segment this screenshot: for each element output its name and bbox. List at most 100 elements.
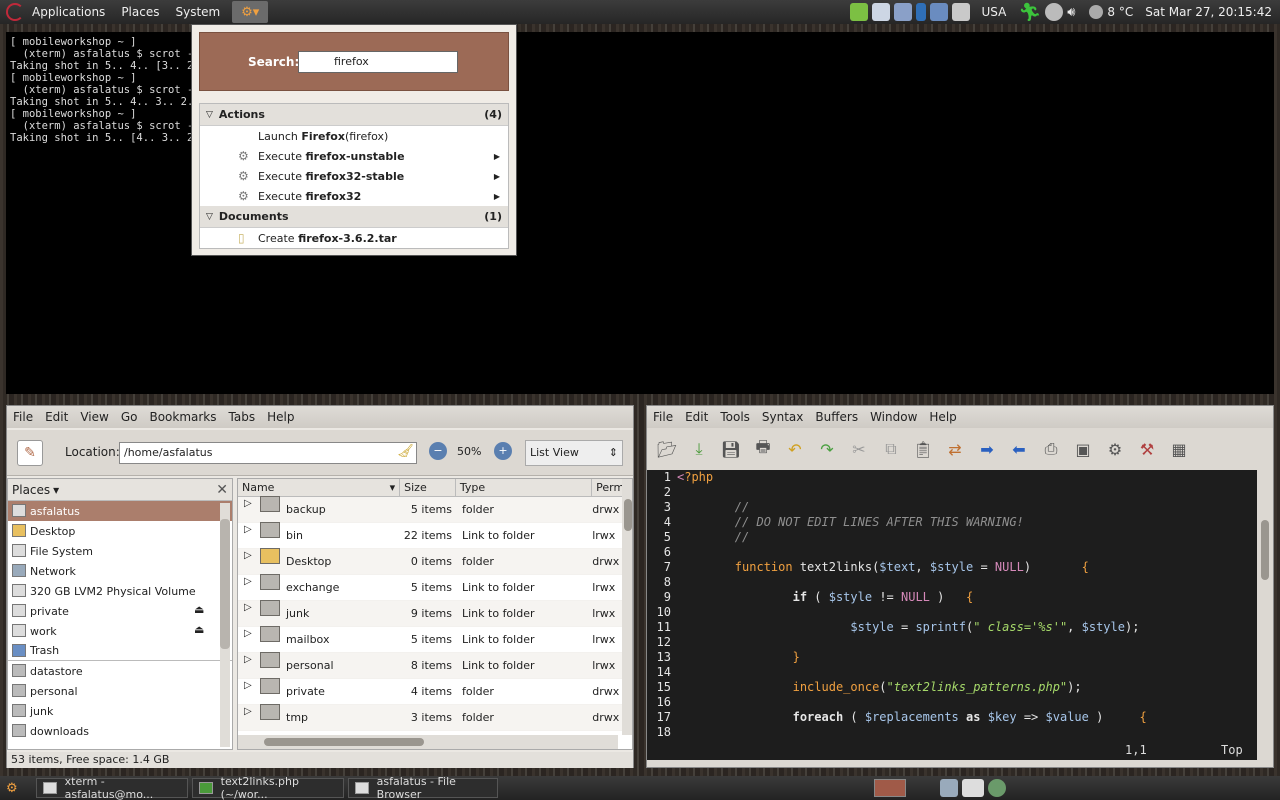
table-row[interactable]: ▷ bin 22 items Link to folder lrwx — [238, 522, 632, 549]
place-item[interactable]: work ⏏ — [8, 621, 232, 641]
open-icon[interactable]: 📂︎ — [655, 438, 679, 460]
find-replace-icon[interactable]: ⇄ — [943, 438, 967, 460]
expand-triangle-icon[interactable]: ▷ — [244, 550, 252, 561]
zoom-out-icon[interactable]: − — [429, 442, 447, 460]
submenu-arrow-icon[interactable]: ▶ — [494, 172, 500, 181]
table-row[interactable]: ▷ backup 5 items folder drwx — [238, 496, 632, 523]
result-item[interactable]: Launch Firefox (firefox) — [200, 126, 508, 146]
column-size[interactable]: Size — [400, 479, 456, 496]
menu-help[interactable]: Help — [261, 410, 300, 424]
submenu-arrow-icon[interactable]: ▶ — [494, 192, 500, 201]
copy-icon[interactable]: ⧉ — [879, 438, 903, 460]
close-icon[interactable]: ✕ — [216, 482, 228, 498]
menu-applications[interactable]: Applications — [24, 5, 113, 19]
make-icon[interactable]: ⚒ — [1135, 438, 1159, 460]
menu-edit[interactable]: Edit — [679, 410, 714, 424]
column-type[interactable]: Type — [456, 479, 593, 496]
bookmark-item[interactable]: downloads — [8, 721, 232, 741]
run-script-icon[interactable]: ⚙ — [1103, 438, 1127, 460]
debian-logo-icon[interactable] — [6, 3, 24, 21]
result-item[interactable]: ⚙ Execute firefox32-stable ▶ — [200, 166, 508, 186]
cut-icon[interactable]: ✂ — [847, 438, 871, 460]
place-item[interactable]: Desktop — [8, 521, 232, 541]
scrollbar-thumb[interactable] — [624, 499, 632, 531]
update-notifier-icon[interactable] — [849, 3, 868, 21]
expand-triangle-icon[interactable]: ▷ — [244, 524, 252, 535]
window-list-icon[interactable] — [961, 779, 984, 797]
scrollbar-thumb[interactable] — [220, 519, 230, 649]
menu-buffers[interactable]: Buffers — [809, 410, 864, 424]
printer-queue-icon[interactable] — [951, 3, 970, 21]
keyboard-layout-label[interactable]: USA — [982, 5, 1007, 19]
collapse-triangle-icon[interactable]: ▽ — [206, 110, 213, 120]
expand-triangle-icon[interactable]: ▷ — [244, 602, 252, 613]
bluetooth-icon[interactable] — [915, 3, 926, 21]
load-session-icon[interactable]: ⎙ — [1039, 438, 1063, 460]
scrollbar-thumb[interactable] — [1261, 520, 1269, 580]
column-name[interactable]: Name ▾ — [238, 479, 401, 496]
bookmark-item[interactable]: personal — [8, 681, 232, 701]
menu-edit[interactable]: Edit — [39, 410, 74, 424]
eject-icon[interactable]: ⏏ — [194, 623, 204, 636]
expand-triangle-icon[interactable]: ▷ — [244, 576, 252, 587]
places-header[interactable]: Places ▾ ✕ — [8, 479, 232, 501]
bookmark-item[interactable]: datastore — [8, 661, 232, 681]
places-label[interactable]: Places — [12, 483, 50, 497]
window-list-icon[interactable] — [939, 779, 958, 797]
expand-triangle-icon[interactable]: ▷ — [244, 498, 252, 509]
undo-icon[interactable]: ↶ — [783, 438, 807, 460]
back-arrow-icon[interactable]: ⬅ — [1007, 438, 1031, 460]
menu-system[interactable]: System — [167, 5, 228, 19]
places-scrollbar[interactable] — [220, 503, 230, 747]
save-icon[interactable]: 💾︎ — [719, 438, 743, 460]
eject-icon[interactable]: ⏏ — [194, 603, 204, 616]
menu-tools[interactable]: Tools — [714, 410, 756, 424]
result-item[interactable]: ⚙ Execute firefox-unstable ▶ — [200, 146, 508, 166]
place-item[interactable]: Network — [8, 561, 232, 581]
menu-syntax[interactable]: Syntax — [756, 410, 809, 424]
taskbar-button-xterm[interactable]: xterm - asfalatus@mo... — [35, 775, 188, 800]
taskbar-button-file-browser[interactable]: asfalatus - File Browser — [347, 775, 498, 800]
print-icon[interactable]: 🖶︎ — [751, 437, 775, 460]
bookmark-item[interactable]: junk — [8, 701, 232, 721]
place-item[interactable]: Trash — [8, 641, 232, 661]
menu-window[interactable]: Window — [864, 410, 923, 424]
view-mode-select[interactable]: List View ⇕ — [525, 440, 623, 466]
running-man-icon[interactable]: 🏃︎ — [1018, 2, 1041, 23]
place-item[interactable]: 320 GB LVM2 Physical Volume — [8, 581, 232, 601]
workspace-switcher[interactable] — [873, 779, 906, 797]
table-row[interactable]: ▷ exchange 5 items Link to folder lrwx — [238, 574, 632, 601]
expand-triangle-icon[interactable]: ▷ — [244, 628, 252, 639]
collapse-triangle-icon[interactable]: ▽ — [206, 212, 213, 222]
redo-icon[interactable]: ↷ — [815, 438, 839, 460]
location-input[interactable]: /home/asfalatus — [119, 442, 417, 464]
horizontal-scrollbar[interactable] — [238, 735, 618, 749]
forward-arrow-icon[interactable]: ➡ — [975, 438, 999, 460]
menu-file[interactable]: File — [647, 410, 679, 424]
text-location-toggle-icon[interactable]: ✎ — [17, 440, 43, 466]
vertical-scrollbar[interactable] — [622, 479, 632, 735]
group-header-documents[interactable]: ▽ Documents (1) — [200, 206, 508, 228]
paste-icon[interactable]: 📋︎ — [911, 438, 935, 460]
launcher-applet-icon[interactable]: ⚙▾ — [232, 1, 269, 23]
result-item[interactable]: ▯ Create firefox-3.6.2.tar — [200, 228, 508, 248]
menu-go[interactable]: Go — [115, 410, 144, 424]
grid-icon[interactable]: ▦ — [1167, 438, 1191, 460]
table-row[interactable]: ▷ junk 9 items Link to folder lrwx — [238, 600, 632, 627]
expand-triangle-icon[interactable]: ▷ — [244, 654, 252, 665]
zoom-in-icon[interactable]: + — [494, 442, 512, 460]
save-session-icon[interactable]: ▣ — [1071, 438, 1095, 460]
place-item[interactable]: asfalatus — [8, 501, 232, 521]
clear-location-icon[interactable]: 🧹︎ — [397, 444, 414, 459]
menu-tabs[interactable]: Tabs — [223, 410, 262, 424]
expand-triangle-icon[interactable]: ▷ — [244, 706, 252, 717]
place-item[interactable]: private ⏏ — [8, 601, 232, 621]
code-editor[interactable]: 1 <?php 2 3 // 4 // DO NOT EDIT LINES AFT… — [647, 470, 1257, 759]
signal-strength-icon[interactable] — [929, 3, 948, 21]
search-input[interactable]: firefox — [298, 51, 458, 73]
clock[interactable]: Sat Mar 27, 20:15:42 — [1145, 5, 1272, 19]
menu-bookmarks[interactable]: Bookmarks — [143, 410, 222, 424]
download-icon[interactable]: ⤓ — [687, 438, 711, 460]
scrollbar-thumb[interactable] — [264, 738, 424, 746]
group-header-actions[interactable]: ▽ Actions (4) — [200, 104, 508, 126]
